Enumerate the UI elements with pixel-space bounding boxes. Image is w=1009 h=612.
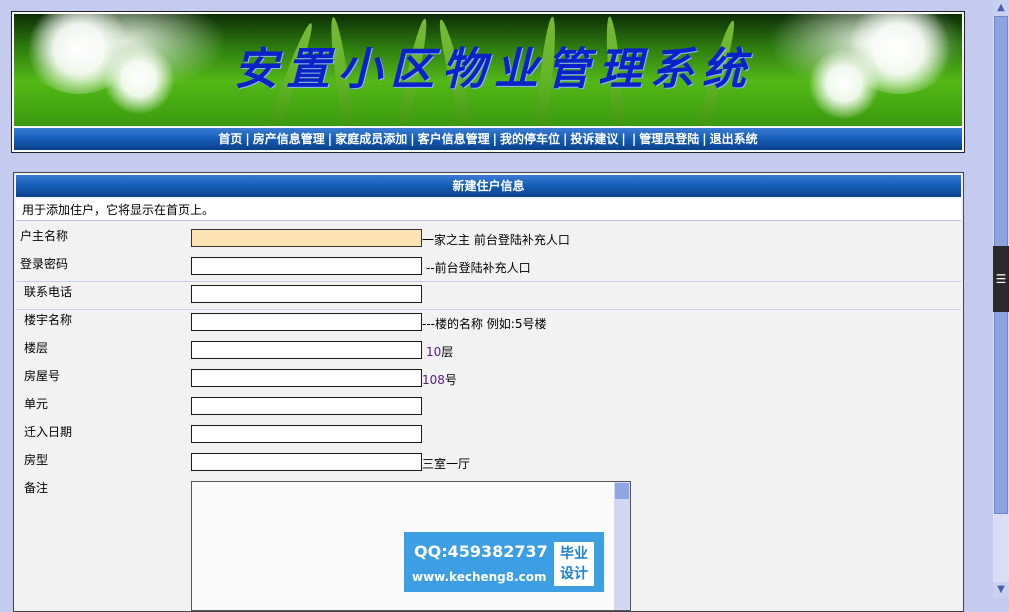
scroll-down-arrow-icon[interactable]: ▼ <box>993 582 1009 598</box>
phone-input[interactable] <box>191 285 422 303</box>
field-row-floor: 楼层 10层 <box>16 335 961 363</box>
floor-input[interactable] <box>191 341 422 359</box>
floor-hint-unit: 层 <box>441 345 454 359</box>
nav-separator: | <box>492 132 497 146</box>
remark-scrollbar-thumb[interactable] <box>615 483 629 499</box>
nav-separator: | <box>621 132 626 146</box>
system-title: 安置小区物业管理系统 <box>234 44 754 95</box>
header-banner: 安置小区物业管理系统 首页 | 房产信息管理 | 家庭成员添加 | 客户信息管理 | 我的停车位… <box>11 11 965 153</box>
field-row-phone: 联系电话 <box>16 279 961 307</box>
move-in-date-input[interactable] <box>191 425 422 443</box>
nav-customer-info[interactable]: 客户信息管理 <box>418 132 490 146</box>
room-type-input[interactable] <box>191 453 422 471</box>
floor-hint-number: 10 <box>426 345 442 359</box>
nav-separator: | <box>631 132 637 146</box>
nav-home[interactable]: 首页 <box>218 132 242 146</box>
field-row-move-in-date: 迁入日期 <box>16 419 961 447</box>
scroll-up-arrow-icon[interactable]: ▲ <box>993 0 1009 16</box>
owner-name-label: 户主名称 <box>20 229 69 243</box>
nav-my-parking[interactable]: 我的停车位 <box>500 132 560 146</box>
phone-label: 联系电话 <box>24 285 73 299</box>
dandelion-right-small-decoration <box>809 49 879 119</box>
form-description: 用于添加住户，它将显示在首页上。 <box>16 199 961 221</box>
nav-separator: | <box>563 132 568 146</box>
watermark-badge: 毕业 设计 <box>554 542 594 586</box>
main-nav: 首页 | 房产信息管理 | 家庭成员添加 | 客户信息管理 | 我的停车位 | 投诉建议 | | 管理员登… <box>14 128 962 150</box>
field-row-room-type: 房型 三室一厅 <box>16 447 961 475</box>
password-hint: --前台登陆补充人口 <box>426 261 531 275</box>
nav-complaints[interactable]: 投诉建议 <box>570 132 618 146</box>
room-number-hint-unit: 号 <box>444 373 457 387</box>
field-row-password: 登录密码 --前台登陆补充人口 <box>16 251 961 279</box>
watermark-badge-line2: 设计 <box>560 566 588 582</box>
field-row-building: 楼宇名称 ---楼的名称 例如:5号楼 <box>16 307 961 335</box>
watermark-ad: QQ:459382737 www.kecheng8.com 毕业 设计 <box>404 532 604 592</box>
building-hint: ---楼的名称 例如:5号楼 <box>422 317 547 331</box>
password-label: 登录密码 <box>20 257 69 271</box>
remark-label: 备注 <box>24 481 49 495</box>
move-in-date-label: 迁入日期 <box>24 425 73 439</box>
remark-scrollbar[interactable] <box>614 482 630 610</box>
room-number-input[interactable] <box>191 369 422 387</box>
nav-property-info[interactable]: 房产信息管理 <box>253 132 325 146</box>
nav-separator: | <box>410 132 415 146</box>
watermark-badge-line1: 毕业 <box>560 546 588 562</box>
nav-family-member-add[interactable]: 家庭成员添加 <box>335 132 407 146</box>
nav-separator: | <box>702 132 707 146</box>
form-heading: 新建住户信息 <box>16 175 961 197</box>
field-row-unit: 单元 <box>16 391 961 419</box>
dandelion-left-small-decoration <box>104 44 174 114</box>
building-input[interactable] <box>191 313 422 331</box>
unit-label: 单元 <box>24 397 49 411</box>
banner-image: 安置小区物业管理系统 <box>14 14 962 126</box>
building-label: 楼宇名称 <box>24 313 73 327</box>
nav-separator: | <box>245 132 250 146</box>
list-icon[interactable]: ☰ <box>993 246 1009 312</box>
floor-hint: 10层 <box>426 343 453 360</box>
password-input[interactable] <box>191 257 422 275</box>
watermark-url: www.kecheng8.com <box>412 570 547 584</box>
room-number-hint: 108号 <box>422 371 457 388</box>
nav-admin-login[interactable]: 管理员登陆 <box>639 132 699 146</box>
room-number-hint-number: 108 <box>422 373 445 387</box>
room-type-hint: 三室一厅 <box>422 457 471 471</box>
room-type-label: 房型 <box>24 453 49 467</box>
floor-label: 楼层 <box>24 341 49 355</box>
nav-logout[interactable]: 退出系统 <box>710 132 758 146</box>
field-row-room-number: 房屋号 108号 <box>16 363 961 391</box>
field-row-owner-name: 户主名称 一家之主 前台登陆补充人口 <box>16 223 961 251</box>
owner-name-input[interactable] <box>191 229 422 247</box>
owner-name-hint: 一家之主 前台登陆补充人口 <box>422 233 570 247</box>
room-number-label: 房屋号 <box>24 369 61 383</box>
unit-input[interactable] <box>191 397 422 415</box>
watermark-qq: QQ:459382737 <box>414 542 548 561</box>
nav-separator: | <box>327 132 333 146</box>
